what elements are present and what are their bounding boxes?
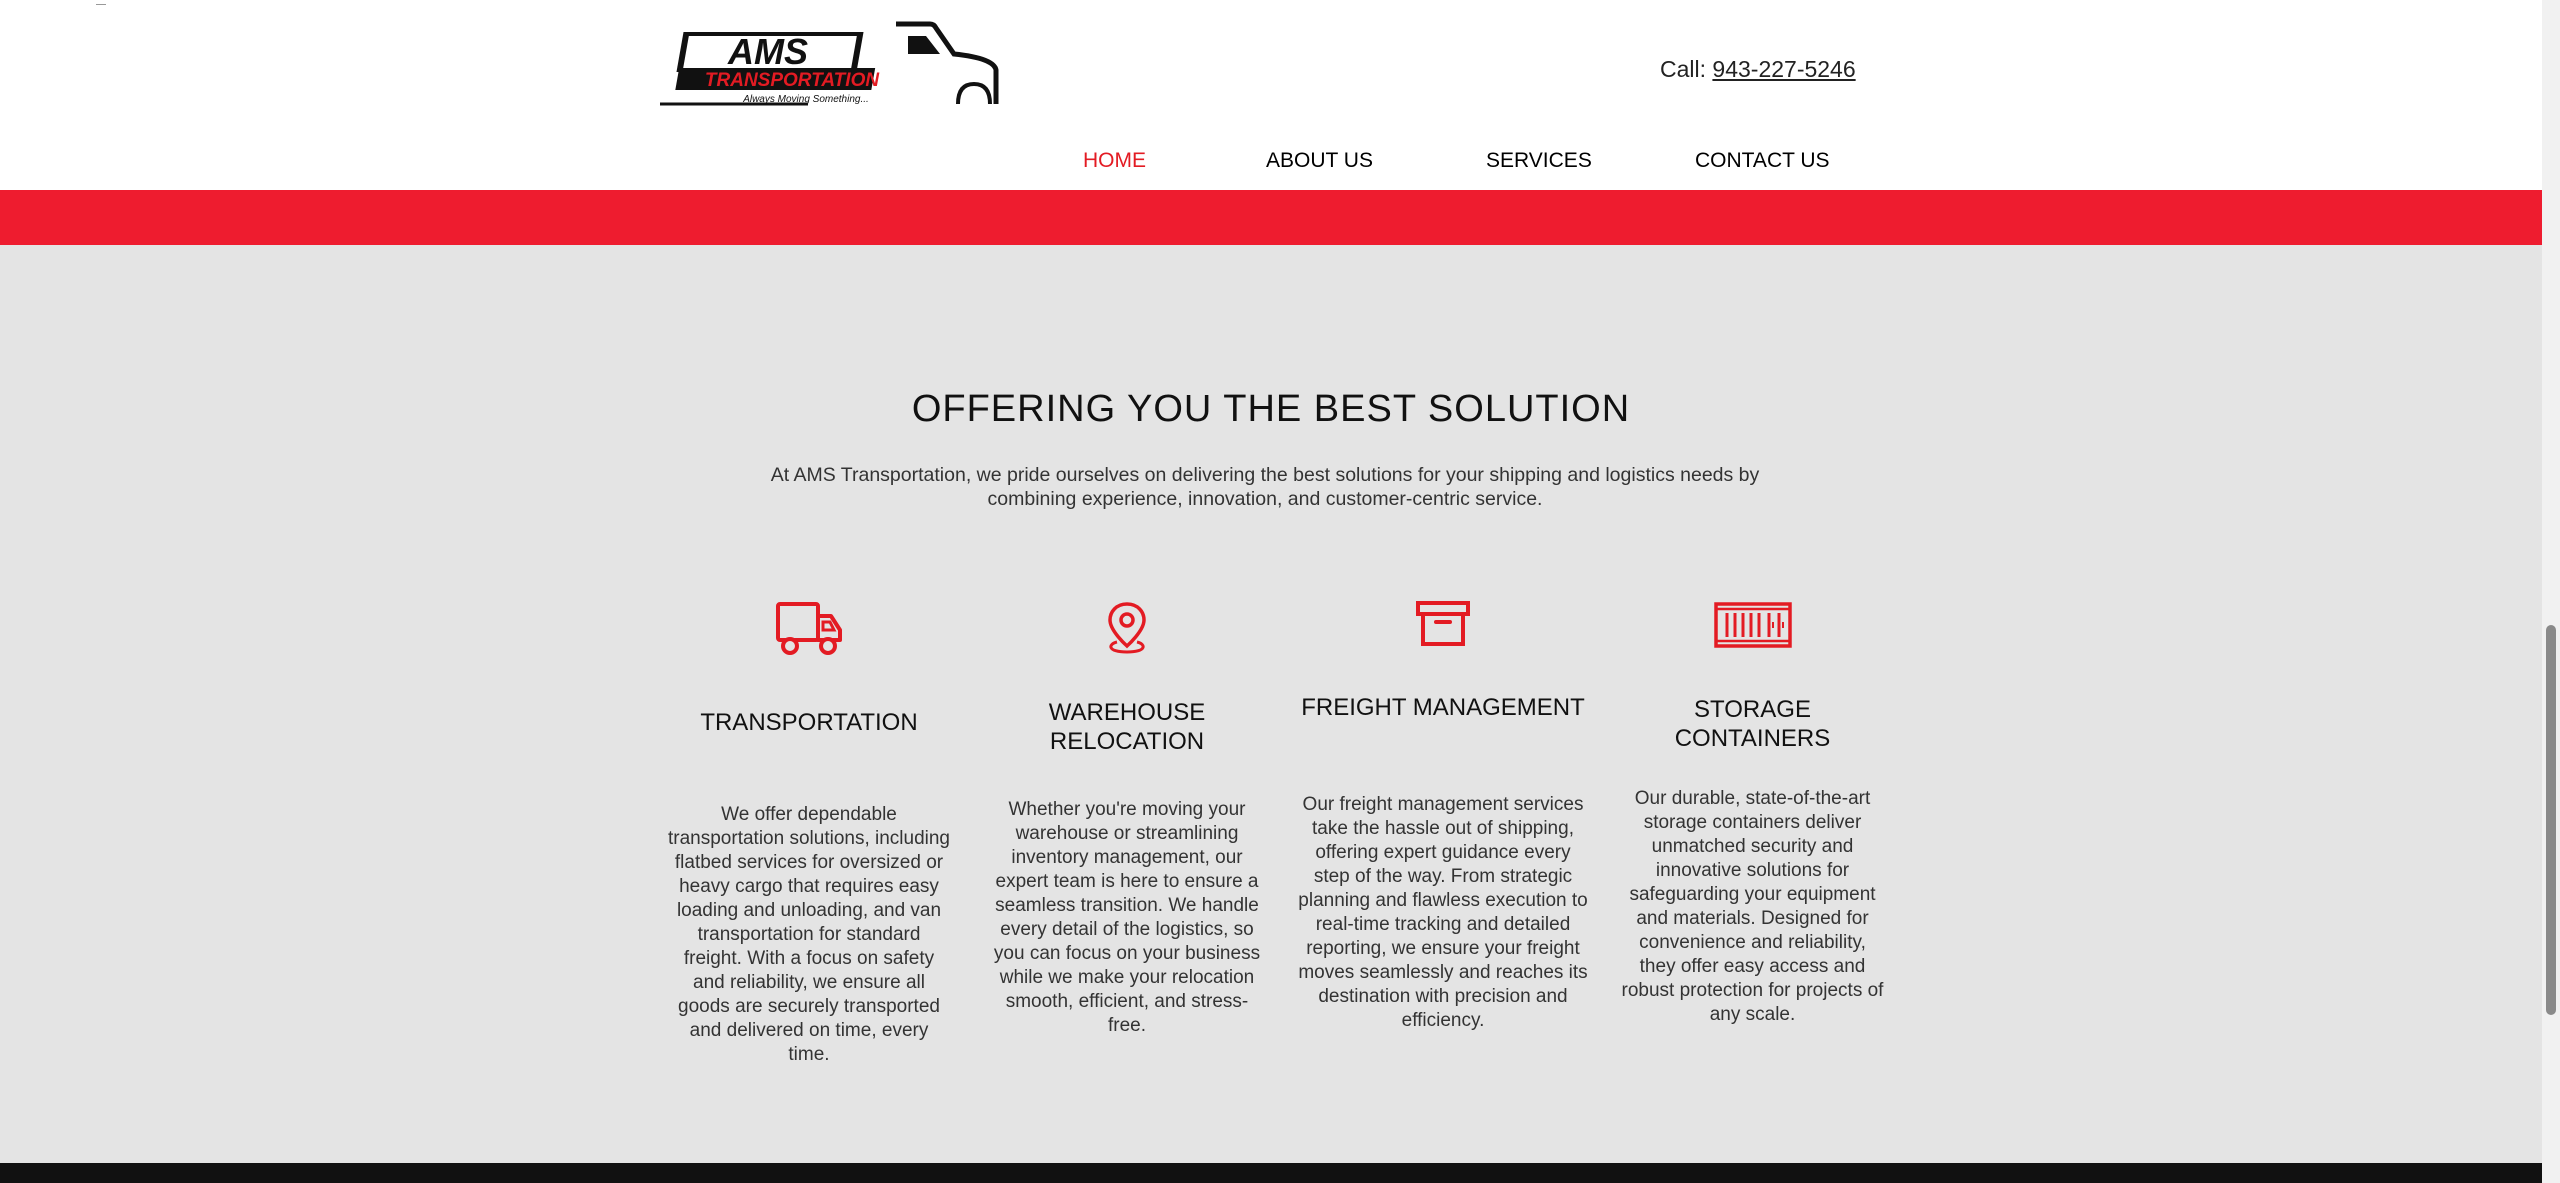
page-scrollbar[interactable]	[2542, 0, 2560, 1183]
service-description: We offer dependable transportation solut…	[668, 804, 951, 1065]
shipping-container-icon	[1713, 602, 1792, 648]
call-label: Call:	[1660, 56, 1713, 82]
service-title: WAREHOUSE RELOCATION	[1048, 699, 1206, 755]
service-description: Our durable, state-of-the-art storage co…	[1621, 788, 1884, 1025]
service-description: Our freight management services take the…	[1298, 794, 1588, 1031]
service-title: FREIGHT MANAGEMENT	[1301, 694, 1585, 721]
svg-text:Always Moving Something...: Always Moving Something...	[742, 94, 869, 105]
truck-icon	[776, 602, 842, 655]
archive-box-icon	[1416, 601, 1470, 646]
site-header: AMS TRANSPORTATION Always Moving Somethi…	[0, 0, 2542, 190]
section-intro: At AMS Transportation, we pride ourselve…	[770, 464, 1760, 510]
service-description: Whether you're moving your warehouse or …	[993, 799, 1261, 1036]
corner-mark	[96, 0, 106, 5]
nav-contact-us[interactable]: CONTACT US	[1695, 149, 1830, 173]
section-title: OFFERING YOU THE BEST SOLUTION	[911, 388, 1631, 430]
nav-about-us[interactable]: ABOUT US	[1266, 149, 1373, 173]
service-transportation: TRANSPORTATION We offer dependable trans…	[668, 600, 950, 1160]
svg-text:TRANSPORTATION: TRANSPORTATION	[705, 70, 880, 91]
svg-text:AMS: AMS	[727, 31, 808, 72]
footer-bar	[0, 1163, 2560, 1183]
site-logo[interactable]: AMS TRANSPORTATION Always Moving Somethi…	[658, 18, 1000, 110]
red-accent-band	[0, 190, 2542, 245]
service-title: TRANSPORTATION	[700, 709, 918, 736]
service-freight-management: FREIGHT MANAGEMENT Our freight managemen…	[1298, 600, 1588, 1160]
ams-logo-icon: AMS TRANSPORTATION Always Moving Somethi…	[660, 21, 999, 106]
main-nav: HOME ABOUT US SERVICES CONTACT US	[0, 149, 2542, 177]
phone-link[interactable]: 943-227-5246	[1712, 56, 1855, 82]
location-pin-icon	[1108, 602, 1146, 654]
service-title: STORAGE CONTAINERS	[1674, 696, 1831, 752]
call-info: Call: 943-227-5246	[1660, 56, 1856, 83]
nav-home[interactable]: HOME	[1083, 149, 1146, 173]
solutions-section: OFFERING YOU THE BEST SOLUTION At AMS Tr…	[0, 245, 2542, 1163]
nav-services[interactable]: SERVICES	[1486, 149, 1592, 173]
service-warehouse-relocation: WAREHOUSE RELOCATION Whether you're movi…	[993, 600, 1261, 1160]
scrollbar-thumb[interactable]	[2546, 625, 2556, 1015]
service-storage-containers: STORAGE CONTAINERS Our durable, state-of…	[1620, 600, 1885, 1160]
